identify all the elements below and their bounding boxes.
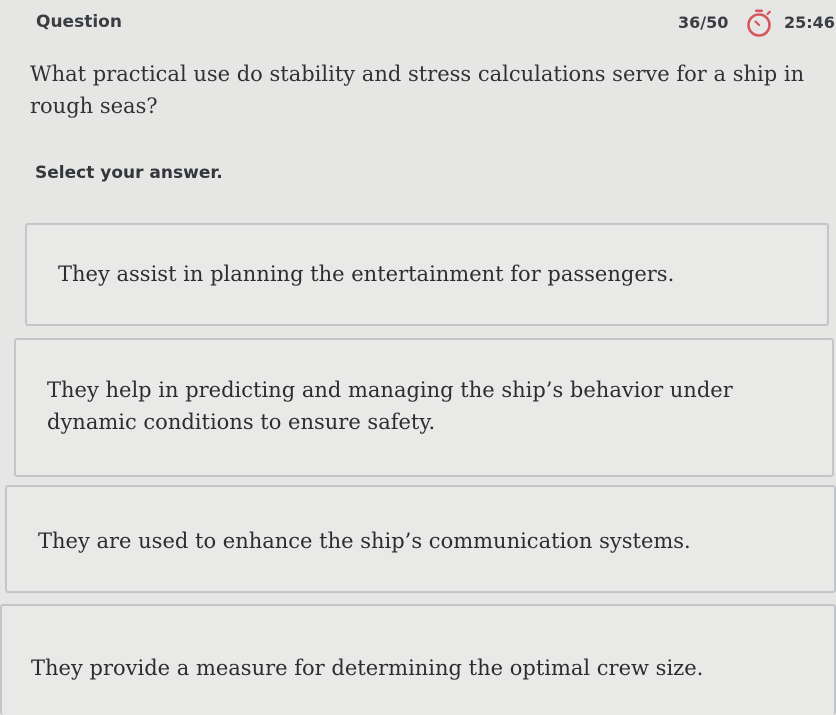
question-header: Question 36/50 25:46 — [0, 0, 836, 48]
answer-option-label: They assist in planning the entertainmen… — [58, 262, 675, 286]
answer-option-1[interactable]: They assist in planning the entertainmen… — [25, 223, 829, 326]
question-text: What practical use do stability and stre… — [30, 62, 805, 118]
answer-instruction: Select your answer. — [35, 163, 223, 183]
question-label: Question — [36, 12, 122, 32]
answer-option-label: They provide a measure for determining t… — [31, 656, 704, 680]
answer-option-label: They help in predicting and managing the… — [47, 378, 733, 434]
answer-option-2[interactable]: They help in predicting and managing the… — [14, 338, 834, 477]
answer-option-label: They are used to enhance the ship’s comm… — [38, 529, 691, 553]
stopwatch-icon — [747, 9, 771, 37]
timer-value: 25:46 — [784, 13, 835, 32]
answer-option-4[interactable]: They provide a measure for determining t… — [0, 604, 836, 715]
answer-option-3[interactable]: They are used to enhance the ship’s comm… — [5, 485, 836, 593]
question-progress: 36/50 — [678, 13, 729, 32]
